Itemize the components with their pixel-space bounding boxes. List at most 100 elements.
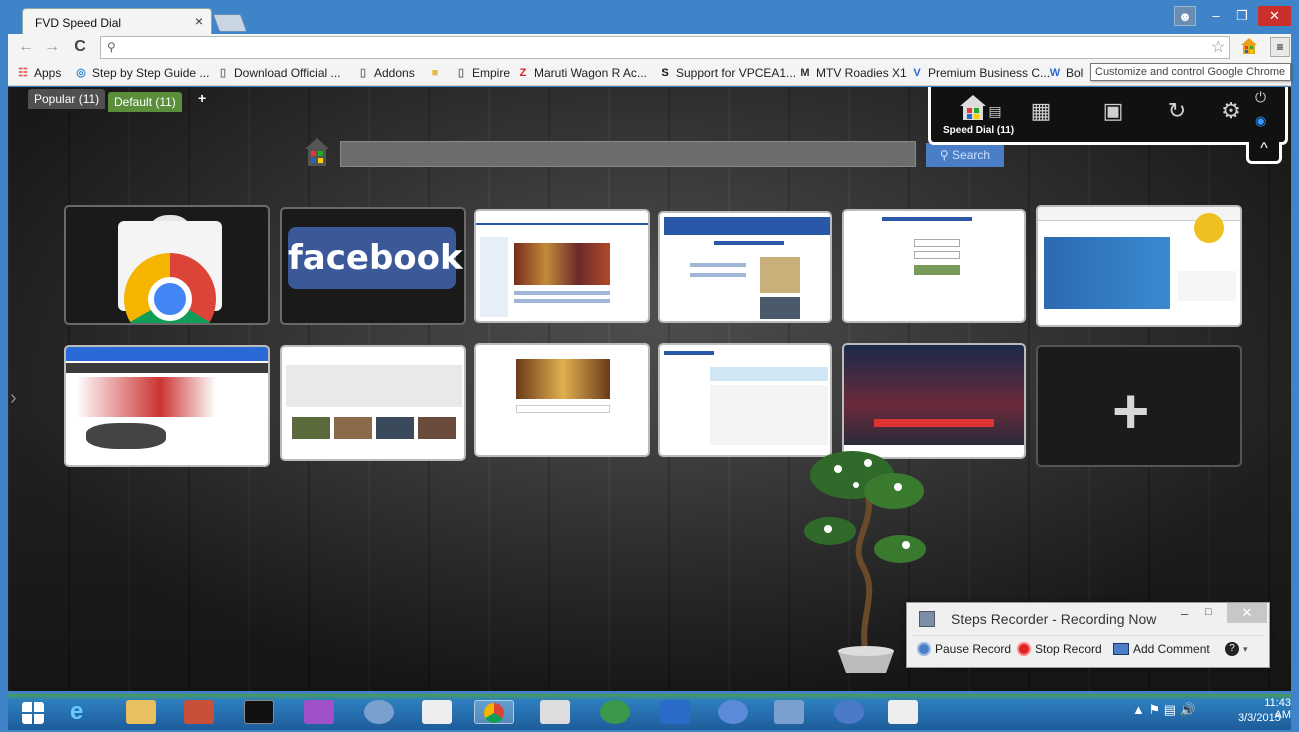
user-icon[interactable]: ☻ — [1174, 6, 1196, 26]
thumb-field — [914, 239, 960, 247]
mail-icon[interactable] — [660, 700, 690, 724]
restore-button[interactable]: ❐ — [1230, 6, 1254, 26]
most-visited-icon[interactable]: ▦ — [1027, 97, 1055, 125]
dial-iiitdm-jabalpur[interactable] — [474, 209, 650, 323]
bookmark-label: MTV Roadies X1 — [816, 66, 907, 80]
app-icon[interactable] — [774, 700, 804, 724]
thumb-header — [664, 217, 830, 235]
pause-icon — [917, 642, 931, 656]
search-button[interactable]: ⚲ Search — [926, 143, 1004, 167]
stop-icon — [1017, 642, 1031, 656]
forward-button[interactable]: → — [42, 38, 62, 56]
bookmark-item[interactable]: ◎ Step by Step Guide ... — [74, 66, 209, 80]
internet-explorer-icon[interactable]: e — [70, 700, 100, 724]
dial-extratorrent[interactable] — [658, 343, 832, 457]
collapse-panel-button[interactable]: ^ — [1246, 141, 1282, 164]
add-comment-button[interactable]: Add Comment — [1113, 642, 1210, 656]
app-icon[interactable] — [718, 700, 748, 724]
dial-google-doodle[interactable] — [474, 343, 650, 457]
eye-icon[interactable]: ◉ — [1255, 113, 1273, 129]
address-input[interactable] — [125, 39, 1205, 57]
bookmark-item[interactable]: W Bol — [1048, 66, 1084, 80]
add-comment-label: Add Comment — [1133, 642, 1210, 656]
thumb-banner — [710, 367, 828, 381]
system-tray[interactable]: ▲ ⚑ ▤ 🔊 — [1132, 702, 1196, 718]
file-explorer-icon[interactable] — [126, 700, 156, 724]
app-icon[interactable] — [834, 700, 864, 724]
thumb-captcha — [914, 265, 960, 275]
thumb-banner — [76, 377, 216, 417]
browser-window: FVD Speed Dial × ☻ – ❐ ✕ ← → C ⚲ ☆ ≡ ☷ Ap… — [0, 0, 1299, 732]
bookmark-item[interactable]: ▯ Empire — [454, 66, 510, 80]
search-icon: ⚲ — [107, 40, 116, 54]
speed-dial-search-input[interactable] — [340, 141, 916, 167]
clock-date[interactable]: 3/3/2015 — [1238, 712, 1281, 724]
bookmark-item[interactable]: S Support for VPCEA1... — [658, 66, 796, 80]
settings-gear-icon[interactable]: ⚙ — [1217, 97, 1245, 125]
dial-chrome-web-store[interactable] — [64, 205, 270, 325]
dial-facebook[interactable]: facebook — [280, 207, 466, 325]
group-tab-default[interactable]: Default (11) — [108, 92, 182, 112]
close-button[interactable]: ✕ — [1258, 6, 1291, 26]
steps-close-button[interactable]: ✕ — [1227, 603, 1267, 623]
previous-group-arrow-icon[interactable]: › — [10, 387, 17, 410]
dial-add-new[interactable]: + — [1036, 345, 1242, 467]
tab-close-button[interactable]: × — [195, 13, 203, 29]
bookmark-item[interactable]: V Premium Business C... — [910, 66, 1050, 80]
onenote-icon[interactable] — [304, 700, 334, 724]
sync-icon[interactable]: ↻ — [1163, 97, 1191, 125]
app-icon[interactable] — [364, 700, 394, 724]
bookmark-item[interactable]: ▯ Download Official ... — [216, 66, 341, 80]
windows-start-icon[interactable] — [22, 702, 44, 724]
bookmark-item[interactable]: ☷ Apps — [16, 66, 61, 80]
pause-record-label: Pause Record — [935, 642, 1012, 656]
app-icon[interactable] — [184, 700, 214, 724]
dial-flipkart[interactable] — [64, 345, 270, 467]
minimize-button[interactable]: – — [1204, 6, 1228, 26]
chrome-taskbar-icon[interactable] — [474, 700, 514, 724]
reload-button[interactable]: C — [70, 38, 90, 56]
page-icon: ▯ — [457, 67, 465, 79]
thumb-title — [882, 217, 972, 221]
steps-restore-button[interactable]: □ — [1205, 606, 1212, 618]
dial-cricinfo[interactable] — [842, 343, 1026, 459]
speed-dial-count-label: Speed Dial (11) — [943, 125, 1015, 136]
stop-record-button[interactable]: Stop Record — [1017, 642, 1102, 656]
group-tab-popular[interactable]: Popular (11) — [28, 89, 106, 109]
omnibox[interactable]: ⚲ — [100, 36, 1230, 59]
steps-recorder-taskbar-icon[interactable] — [422, 700, 452, 724]
thumb-text — [514, 291, 610, 295]
list-view-icon[interactable]: ▤ — [987, 97, 1003, 125]
back-button[interactable]: ← — [16, 38, 36, 56]
bookmark-item[interactable]: M MTV Roadies X1 — [798, 66, 907, 80]
speed-dial-page: Popular (11) Default (11) + ⚲ Search ▤ ▦… — [8, 87, 1291, 691]
bookmark-item[interactable]: Z Maruti Wagon R Ac... — [516, 66, 647, 80]
app-icon[interactable] — [600, 700, 630, 724]
dial-login-page[interactable] — [842, 209, 1026, 323]
bookmark-label: Premium Business C... — [928, 66, 1051, 80]
app-icon[interactable] — [888, 700, 918, 724]
page-icon: ▯ — [219, 67, 227, 79]
dial-youtube[interactable] — [280, 345, 466, 461]
power-icon[interactable]: ⏻ — [1255, 89, 1273, 106]
steps-minimize-button[interactable]: – — [1181, 606, 1188, 621]
new-tab-button[interactable] — [212, 14, 248, 32]
bookmark-item[interactable]: ■ — [428, 66, 442, 80]
bookmark-star-icon[interactable]: ☆ — [1211, 37, 1225, 57]
chrome-menu-button[interactable]: ≡ — [1270, 37, 1290, 57]
help-button[interactable]: ? ▾ — [1225, 642, 1248, 656]
tab-fvd-speed-dial[interactable]: FVD Speed Dial × — [22, 8, 212, 35]
dial-ebay[interactable] — [1036, 205, 1242, 327]
recently-closed-icon[interactable]: ▣ — [1099, 97, 1127, 125]
command-prompt-icon[interactable] — [244, 700, 274, 724]
help-dropdown-icon[interactable]: ▾ — [1243, 644, 1248, 655]
fvd-extension-icon[interactable] — [1240, 37, 1258, 55]
app-icon[interactable] — [540, 700, 570, 724]
pause-record-button[interactable]: Pause Record — [917, 642, 1011, 656]
thumb-logo — [664, 351, 714, 355]
add-group-button[interactable]: + — [192, 88, 212, 108]
tab-title: FVD Speed Dial — [35, 16, 122, 30]
dial-iiitdm-computer-centre[interactable] — [658, 211, 832, 323]
bookmark-item[interactable]: ▯ Addons — [356, 66, 415, 80]
speed-dial-home-icon[interactable] — [959, 93, 987, 121]
